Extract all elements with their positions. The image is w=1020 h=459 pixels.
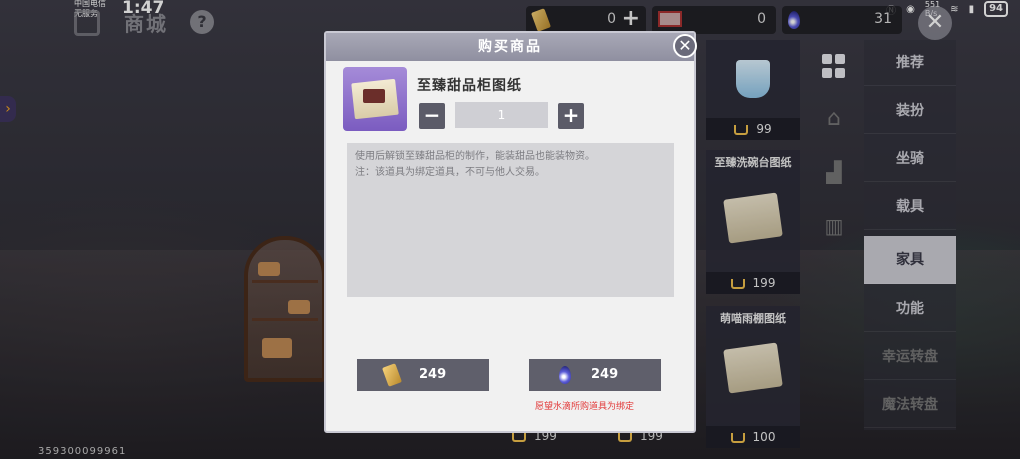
increase-quantity-button[interactable]: + [558,103,584,129]
gold-price: 249 [419,367,447,382]
item-thumbnail [343,67,407,131]
purchase-dialog: 购买商品 ✕ 至臻甜品柜图纸 − + 使用后解锁至臻甜品柜的制作，能装甜品也能装… [324,31,697,433]
decrease-quantity-button[interactable]: − [419,103,445,129]
binding-notice: 愿望水滴所购道具为绑定 [535,402,635,412]
close-icon[interactable]: ✕ [673,34,697,58]
item-description: 使用后解锁至臻甜品柜的制作，能装甜品也能装物资。 注：该道具为绑定道具，不可与他… [347,143,674,297]
description-line: 使用后解锁至臻甜品柜的制作，能装甜品也能装物资。 [355,151,595,162]
quantity-input[interactable] [455,102,548,128]
dialog-title: 购买商品 [326,33,694,61]
gem-price: 249 [591,367,619,382]
description-line: 注：该道具为绑定道具，不可与他人交易。 [355,167,545,178]
buy-with-gold-button[interactable]: 249 [357,359,489,391]
item-name: 至臻甜品柜图纸 [417,78,522,94]
cabinet-mini-icon [363,89,385,103]
buy-with-gem-button[interactable]: 249 [529,359,661,391]
gold-bar-icon [382,363,402,387]
wish-drop-icon [559,366,571,384]
